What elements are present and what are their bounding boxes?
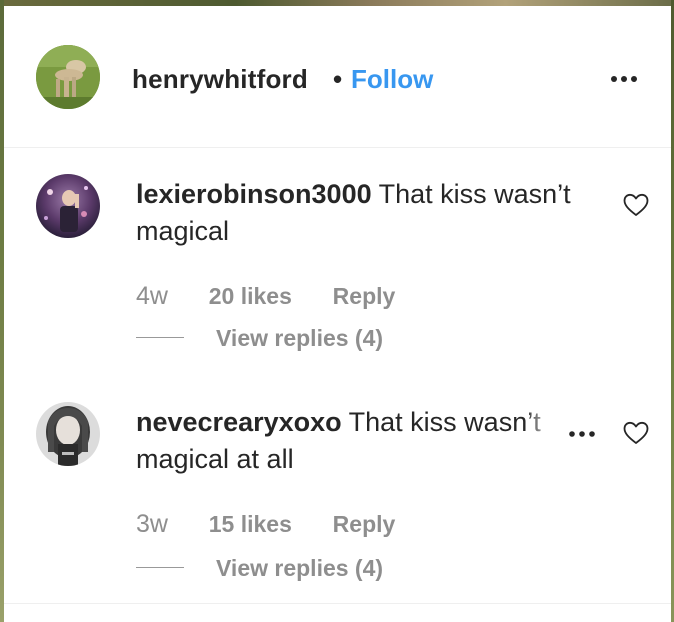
comment-item: lexierobinson3000 That kiss wasn’t magic… bbox=[4, 170, 671, 370]
comment-username[interactable]: nevecrearyxoxo bbox=[136, 407, 342, 437]
comment-timestamp[interactable]: 3w bbox=[136, 510, 168, 538]
more-options-icon[interactable] bbox=[608, 72, 640, 86]
comment-meta: 4w 20 likes Reply bbox=[136, 282, 395, 311]
comment-text: lexierobinson3000 That kiss wasn’t magic… bbox=[136, 176, 596, 250]
view-replies-button[interactable]: View replies (4) bbox=[216, 325, 383, 352]
reply-button[interactable]: Reply bbox=[333, 283, 396, 309]
view-replies-button[interactable]: View replies (4) bbox=[216, 555, 383, 582]
reply-button[interactable]: Reply bbox=[333, 511, 396, 537]
comment-item: nevecrearyxoxo That kiss wasn’t magical … bbox=[4, 398, 671, 598]
comment-likes-count[interactable]: 15 likes bbox=[209, 511, 292, 537]
avatar[interactable] bbox=[36, 402, 100, 466]
comment-timestamp[interactable]: 4w bbox=[136, 282, 168, 310]
separator-dot: • bbox=[333, 64, 343, 94]
replies-divider-line bbox=[136, 337, 184, 338]
comment-likes-count[interactable]: 20 likes bbox=[209, 283, 292, 309]
more-options-icon[interactable] bbox=[567, 427, 597, 441]
avatar-image-icon bbox=[36, 402, 100, 466]
post-author-username[interactable]: henrywhitford bbox=[132, 64, 308, 95]
like-heart-icon[interactable] bbox=[622, 192, 650, 218]
avatar[interactable] bbox=[36, 174, 100, 238]
bottom-divider bbox=[4, 603, 671, 604]
avatar-image-icon bbox=[36, 45, 100, 109]
like-heart-icon[interactable] bbox=[622, 420, 650, 446]
post-header: henrywhitford • Follow bbox=[4, 6, 671, 148]
comment-meta: 3w 15 likes Reply bbox=[136, 510, 395, 539]
avatar-image-icon bbox=[36, 174, 100, 238]
avatar[interactable] bbox=[36, 45, 100, 109]
comment-username[interactable]: lexierobinson3000 bbox=[136, 179, 372, 209]
follow-button[interactable]: Follow bbox=[351, 64, 433, 95]
replies-divider-line bbox=[136, 567, 184, 568]
